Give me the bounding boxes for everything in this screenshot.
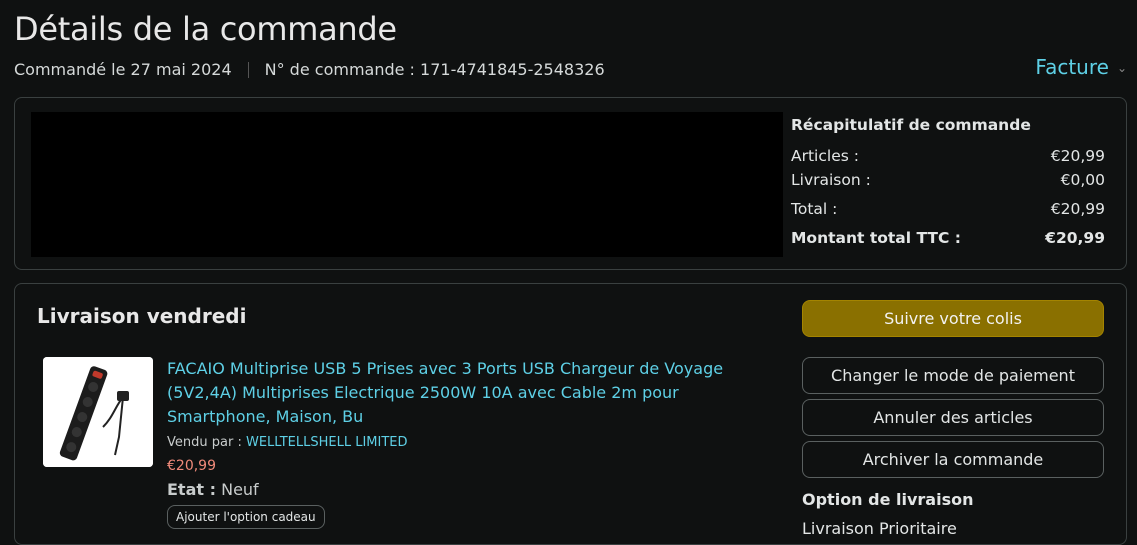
shipment-card: Livraison vendredi FACAIO Multiprise USB… bbox=[14, 283, 1127, 545]
product-condition: Etat : Neuf bbox=[167, 480, 767, 499]
cancel-items-button[interactable]: Annuler des articles bbox=[802, 399, 1104, 436]
summary-label: Articles : bbox=[791, 147, 859, 165]
summary-value: €0,00 bbox=[1060, 171, 1105, 189]
summary-label: Livraison : bbox=[791, 171, 871, 189]
shipment-actions: Suivre votre colis Changer le mode de pa… bbox=[802, 300, 1104, 538]
seller-info: Vendu par : WELLTELLSHELL LIMITED bbox=[167, 435, 767, 450]
summary-label: Montant total TTC : bbox=[791, 229, 961, 247]
delivery-option-label: Option de livraison bbox=[802, 490, 974, 509]
condition-label: Etat : bbox=[167, 480, 216, 499]
order-date: Commandé le 27 mai 2024 bbox=[14, 60, 232, 79]
summary-title: Récapitulatif de commande bbox=[791, 116, 1031, 134]
change-payment-button[interactable]: Changer le mode de paiement bbox=[802, 357, 1104, 394]
seller-link[interactable]: WELLTELLSHELL LIMITED bbox=[246, 435, 408, 450]
sold-by-label: Vendu par : bbox=[167, 435, 242, 450]
product-title-link[interactable]: FACAIO Multiprise USB 5 Prises avec 3 Po… bbox=[167, 357, 767, 429]
power-strip-image[interactable] bbox=[43, 357, 153, 467]
summary-row-items: Articles : €20,99 bbox=[791, 144, 1105, 168]
summary-row-total: Total : €20,99 bbox=[791, 197, 1105, 221]
chevron-down-icon[interactable]: ⌄ bbox=[1117, 61, 1127, 75]
order-summary-card: Récapitulatif de commande Articles : €20… bbox=[14, 97, 1127, 270]
order-number: N° de commande : 171-4741845-2548326 bbox=[264, 60, 605, 79]
summary-row-grand-total: Montant total TTC : €20,99 bbox=[791, 226, 1105, 250]
order-summary: Récapitulatif de commande Articles : €20… bbox=[791, 116, 1105, 250]
divider bbox=[247, 61, 249, 78]
summary-value: €20,99 bbox=[1045, 229, 1105, 247]
invoice-label[interactable]: Facture bbox=[1035, 55, 1109, 79]
condition-value: Neuf bbox=[221, 480, 259, 499]
delivery-option: Option de livraison Livraison Prioritair… bbox=[802, 490, 1104, 538]
summary-value: €20,99 bbox=[1050, 200, 1105, 218]
order-meta: Commandé le 27 mai 2024 N° de commande :… bbox=[14, 60, 605, 79]
invoice-dropdown[interactable]: Facture ⌄ bbox=[1035, 55, 1127, 79]
summary-value: €20,99 bbox=[1050, 147, 1105, 165]
summary-label: Total : bbox=[791, 200, 838, 218]
product-image[interactable] bbox=[43, 357, 153, 467]
shipment-title: Livraison vendredi bbox=[37, 304, 247, 328]
archive-order-button[interactable]: Archiver la commande bbox=[802, 441, 1104, 478]
page-title: Détails de la commande bbox=[14, 10, 397, 48]
summary-row-shipping: Livraison : €0,00 bbox=[791, 168, 1105, 192]
product-details: FACAIO Multiprise USB 5 Prises avec 3 Po… bbox=[167, 357, 767, 529]
delivery-option-value: Livraison Prioritaire bbox=[802, 519, 957, 538]
add-gift-option-button[interactable]: Ajouter l'option cadeau bbox=[167, 505, 325, 529]
track-package-button[interactable]: Suivre votre colis bbox=[802, 300, 1104, 337]
product-price: €20,99 bbox=[167, 458, 216, 474]
redacted-area bbox=[31, 112, 783, 257]
